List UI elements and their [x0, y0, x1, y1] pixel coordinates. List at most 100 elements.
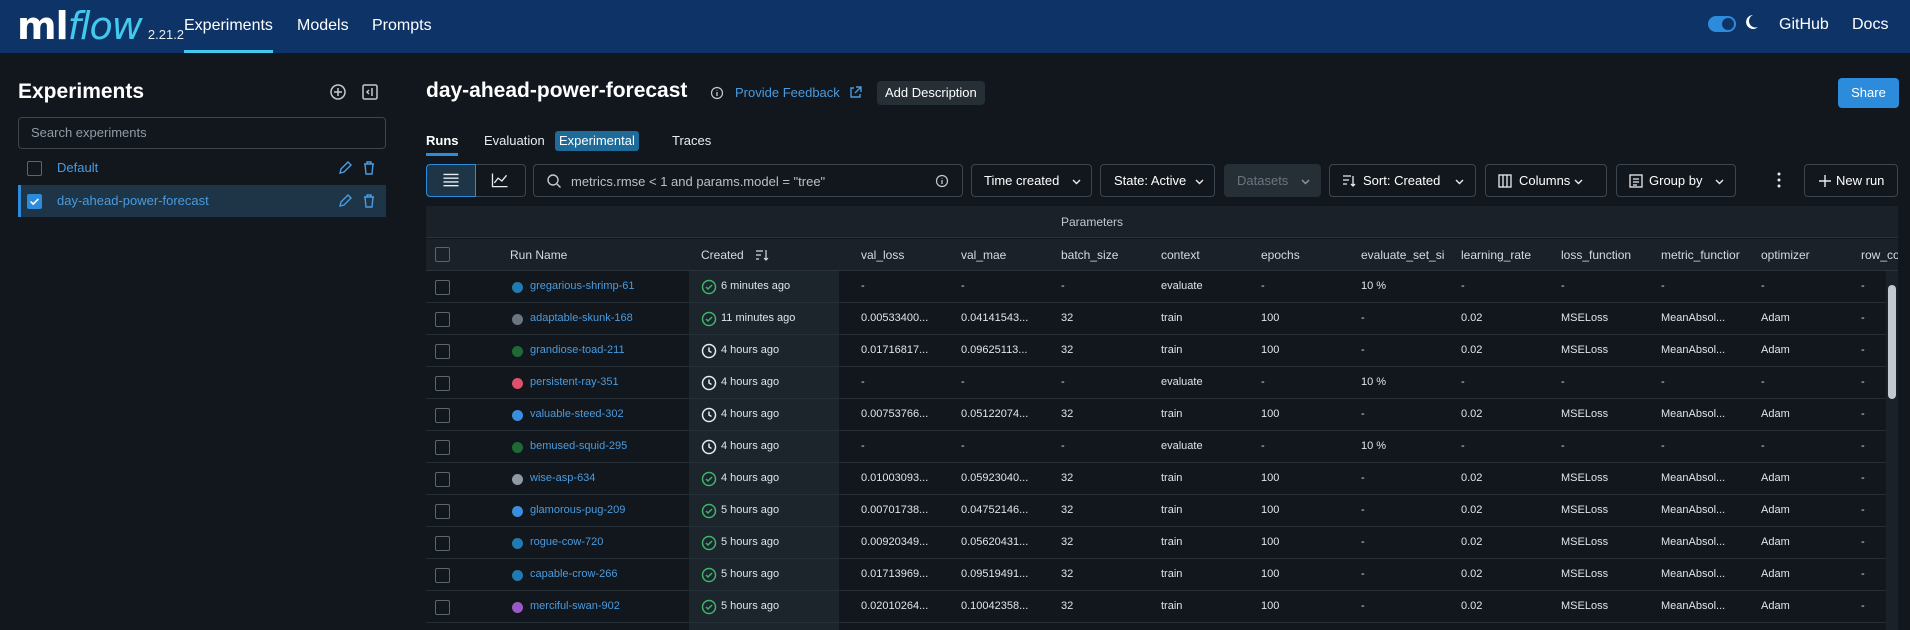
experiment-item-day-ahead[interactable]: day-ahead-power-forecast — [18, 185, 386, 217]
select-all-checkbox[interactable] — [435, 247, 450, 262]
tab-runs[interactable]: Runs — [426, 133, 459, 148]
table-row[interactable]: persistent-ray-351 4 hours ago - - - evaluate… — [426, 367, 1898, 399]
run-color-dot[interactable] — [512, 442, 523, 453]
delete-icon[interactable] — [361, 193, 377, 209]
search-experiments-input[interactable]: Search experiments — [18, 117, 386, 149]
collapse-sidebar-icon[interactable] — [360, 82, 380, 102]
experiment-checkbox[interactable] — [27, 194, 42, 209]
edit-icon[interactable] — [337, 193, 353, 209]
scrollbar-thumb[interactable] — [1888, 285, 1896, 399]
github-link[interactable]: GitHub — [1779, 0, 1829, 53]
group-by-dropdown[interactable]: Group by — [1616, 164, 1736, 197]
delete-icon[interactable] — [361, 160, 377, 176]
new-run-button[interactable]: New run — [1804, 164, 1898, 197]
run-color-dot[interactable] — [512, 506, 523, 517]
run-color-dot[interactable] — [512, 570, 523, 581]
sort-dropdown[interactable]: Sort: Created — [1329, 164, 1476, 197]
run-name-link[interactable]: gregarious-shrimp-61 — [530, 280, 635, 292]
table-row[interactable]: capable-crow-266 5 hours ago 0.01713969...… — [426, 559, 1898, 591]
col-header-loss-function[interactable]: loss_function — [1561, 248, 1631, 262]
mlflow-logo[interactable]: ml flow 2.21.2 — [17, 4, 184, 48]
row-checkbox[interactable] — [435, 568, 450, 583]
external-link-icon[interactable] — [848, 85, 863, 100]
nav-tab-prompts[interactable]: Prompts — [372, 0, 432, 53]
run-name-link[interactable]: glamorous-pug-209 — [530, 504, 625, 516]
run-color-dot[interactable] — [512, 474, 523, 485]
run-color-dot[interactable] — [512, 538, 523, 549]
add-experiment-icon[interactable] — [328, 82, 348, 102]
run-color-dot[interactable] — [512, 346, 523, 357]
col-header-metric-function[interactable]: metric_functior — [1661, 248, 1753, 262]
run-name-link[interactable]: persistent-ray-351 — [530, 376, 619, 388]
row-checkbox[interactable] — [435, 440, 450, 455]
experiment-checkbox[interactable] — [27, 161, 42, 176]
row-checkbox[interactable] — [435, 600, 450, 615]
col-header-optimizer[interactable]: optimizer — [1761, 248, 1810, 262]
row-checkbox[interactable] — [435, 344, 450, 359]
run-name-link[interactable]: rogue-cow-720 — [530, 536, 603, 548]
sort-desc-icon[interactable] — [755, 248, 769, 262]
col-header-row-count[interactable]: row_co — [1861, 248, 1898, 262]
table-row[interactable]: merciful-swan-902 5 hours ago 0.02010264..… — [426, 591, 1898, 623]
row-checkbox[interactable] — [435, 408, 450, 423]
run-name-link[interactable]: wise-asp-634 — [530, 472, 595, 484]
chart-view-button[interactable] — [476, 164, 526, 197]
provide-feedback-link[interactable]: Provide Feedback — [735, 85, 840, 100]
nav-tab-models[interactable]: Models — [297, 0, 349, 53]
tab-evaluation[interactable]: Evaluation — [484, 133, 545, 148]
run-name-link[interactable]: valuable-steed-302 — [530, 408, 624, 420]
col-header-epochs[interactable]: epochs — [1261, 248, 1300, 262]
table-row[interactable]: glamorous-pug-209 5 hours ago 0.00701738..… — [426, 495, 1898, 527]
run-color-dot[interactable] — [512, 410, 523, 421]
run-name-link[interactable]: merciful-swan-902 — [530, 600, 620, 612]
col-header-evaluate-set-size[interactable]: evaluate_set_si — [1361, 248, 1451, 262]
table-row[interactable]: adaptable-skunk-168 11 minutes ago 0.00533… — [426, 303, 1898, 335]
vertical-scrollbar[interactable] — [1886, 271, 1898, 630]
row-checkbox[interactable] — [435, 504, 450, 519]
row-checkbox[interactable] — [435, 280, 450, 295]
more-options-icon[interactable] — [1773, 170, 1785, 190]
run-color-dot[interactable] — [512, 314, 523, 325]
row-checkbox[interactable] — [435, 376, 450, 391]
table-view-button[interactable] — [426, 164, 476, 197]
table-row[interactable]: gregarious-shrimp-61 6 minutes ago - - - eval… — [426, 271, 1898, 303]
state-dropdown[interactable]: State: Active — [1100, 164, 1215, 197]
nav-tab-experiments[interactable]: Experiments — [184, 0, 273, 53]
table-row[interactable]: valuable-steed-302 4 hours ago 0.00753766.… — [426, 399, 1898, 431]
run-name-link[interactable]: bemused-squid-295 — [530, 440, 627, 452]
docs-link[interactable]: Docs — [1852, 0, 1888, 53]
table-row[interactable]: wise-asp-634 4 hours ago 0.01003093... 0.05… — [426, 463, 1898, 495]
row-checkbox[interactable] — [435, 472, 450, 487]
run-color-dot[interactable] — [512, 602, 523, 613]
experiment-label[interactable]: day-ahead-power-forecast — [57, 193, 209, 208]
experiment-item-default[interactable]: Default — [18, 152, 386, 184]
experiment-label[interactable]: Default — [57, 160, 98, 175]
run-name-link[interactable]: adaptable-skunk-168 — [530, 312, 633, 324]
tab-traces[interactable]: Traces — [672, 133, 711, 148]
time-created-dropdown[interactable]: Time created — [971, 164, 1092, 197]
run-color-dot[interactable] — [512, 378, 523, 389]
col-header-val-loss[interactable]: val_loss — [861, 248, 904, 262]
table-row[interactable]: rogue-cow-720 5 hours ago 0.00920349... 0.0… — [426, 527, 1898, 559]
search-runs-input[interactable]: metrics.rmse < 1 and params.model = "tre… — [533, 164, 963, 197]
table-row[interactable]: grandiose-toad-211 4 hours ago 0.01716817.… — [426, 335, 1898, 367]
col-header-context[interactable]: context — [1161, 248, 1200, 262]
col-header-created[interactable]: Created — [701, 248, 744, 262]
col-header-learning-rate[interactable]: learning_rate — [1461, 248, 1531, 262]
info-icon[interactable] — [710, 86, 724, 100]
run-color-dot[interactable] — [512, 282, 523, 293]
row-checkbox[interactable] — [435, 536, 450, 551]
run-name-link[interactable]: capable-crow-266 — [530, 568, 617, 580]
add-description-button[interactable]: Add Description — [877, 81, 985, 105]
col-header-run-name[interactable]: Run Name — [510, 248, 567, 262]
run-name-link[interactable]: grandiose-toad-211 — [530, 344, 625, 356]
info-icon[interactable] — [935, 174, 949, 188]
row-checkbox[interactable] — [435, 312, 450, 327]
datasets-dropdown[interactable]: Datasets — [1224, 164, 1321, 197]
dark-mode-toggle[interactable] — [1708, 16, 1736, 32]
columns-dropdown[interactable]: Columns — [1485, 164, 1607, 197]
col-header-val-mae[interactable]: val_mae — [961, 248, 1006, 262]
col-header-batch-size[interactable]: batch_size — [1061, 248, 1118, 262]
table-row[interactable]: bemused-squid-295 4 hours ago - - - evaluate -… — [426, 431, 1898, 463]
share-button[interactable]: Share — [1838, 78, 1899, 108]
